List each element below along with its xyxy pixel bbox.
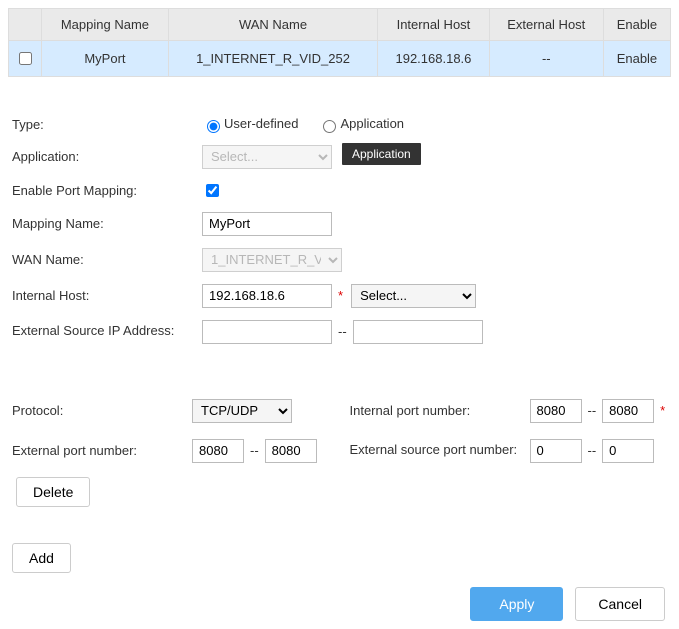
apply-button[interactable]: Apply [470,587,563,621]
mapping-table: Mapping Name WAN Name Internal Host Exte… [8,8,671,77]
radio-user-defined[interactable] [207,120,220,133]
th-mapping: Mapping Name [42,9,169,41]
internal-host-input[interactable] [202,284,332,308]
int-port-a[interactable] [530,399,582,423]
ext-port-a[interactable] [192,439,244,463]
wan-name-select: 1_INTERNET_R_VI [202,248,342,272]
cell-wan: 1_INTERNET_R_VID_252 [168,41,377,77]
cell-ihost: 192.168.18.6 [378,41,490,77]
th-checkbox [9,9,42,41]
label-internal-host: Internal Host: [12,288,202,303]
label-mapping-name: Mapping Name: [12,216,202,231]
application-select: Select... [202,145,332,169]
th-enable: Enable [603,9,670,41]
th-wan: WAN Name [168,9,377,41]
label-enable-mapping: Enable Port Mapping: [12,183,202,198]
dash-icon [586,443,599,458]
ext-src-port-a[interactable] [530,439,582,463]
radio-user-defined-label[interactable]: User-defined [202,116,298,133]
enable-mapping-checkbox[interactable] [206,184,219,197]
ext-src-port-b[interactable] [602,439,654,463]
label-ext-src-port: External source port number: [350,442,530,459]
add-button[interactable]: Add [12,543,71,573]
label-ext-port: External port number: [12,443,192,458]
required-star: * [660,403,665,418]
cell-ehost: -- [489,41,603,77]
radio-application[interactable] [323,120,336,133]
table-row[interactable]: MyPort 1_INTERNET_R_VID_252 192.168.18.6… [9,41,671,77]
cancel-button[interactable]: Cancel [575,587,665,621]
cell-mapping: MyPort [42,41,169,77]
radio-application-label[interactable]: Application [318,116,404,133]
protocol-select[interactable]: TCP/UDP [192,399,292,423]
application-tooltip: Application [342,143,421,165]
delete-button[interactable]: Delete [16,477,90,507]
cell-enable: Enable [603,41,670,77]
label-int-port: Internal port number: [350,403,530,418]
label-type: Type: [12,117,202,132]
ext-port-b[interactable] [265,439,317,463]
label-wan-name: WAN Name: [12,252,202,267]
internal-host-select[interactable]: Select... [351,284,476,308]
row-checkbox[interactable] [19,52,32,65]
required-star: * [338,288,343,303]
label-protocol: Protocol: [12,403,192,418]
label-ext-src-ip: External Source IP Address: [12,323,202,340]
ext-src-ip-b[interactable] [353,320,483,344]
th-ehost: External Host [489,9,603,41]
dash-icon [248,443,261,458]
label-application: Application: [12,149,202,164]
ext-src-ip-a[interactable] [202,320,332,344]
mapping-name-input[interactable] [202,212,332,236]
dash-icon [586,403,599,418]
dash-icon [336,324,349,339]
th-ihost: Internal Host [378,9,490,41]
int-port-b[interactable] [602,399,654,423]
